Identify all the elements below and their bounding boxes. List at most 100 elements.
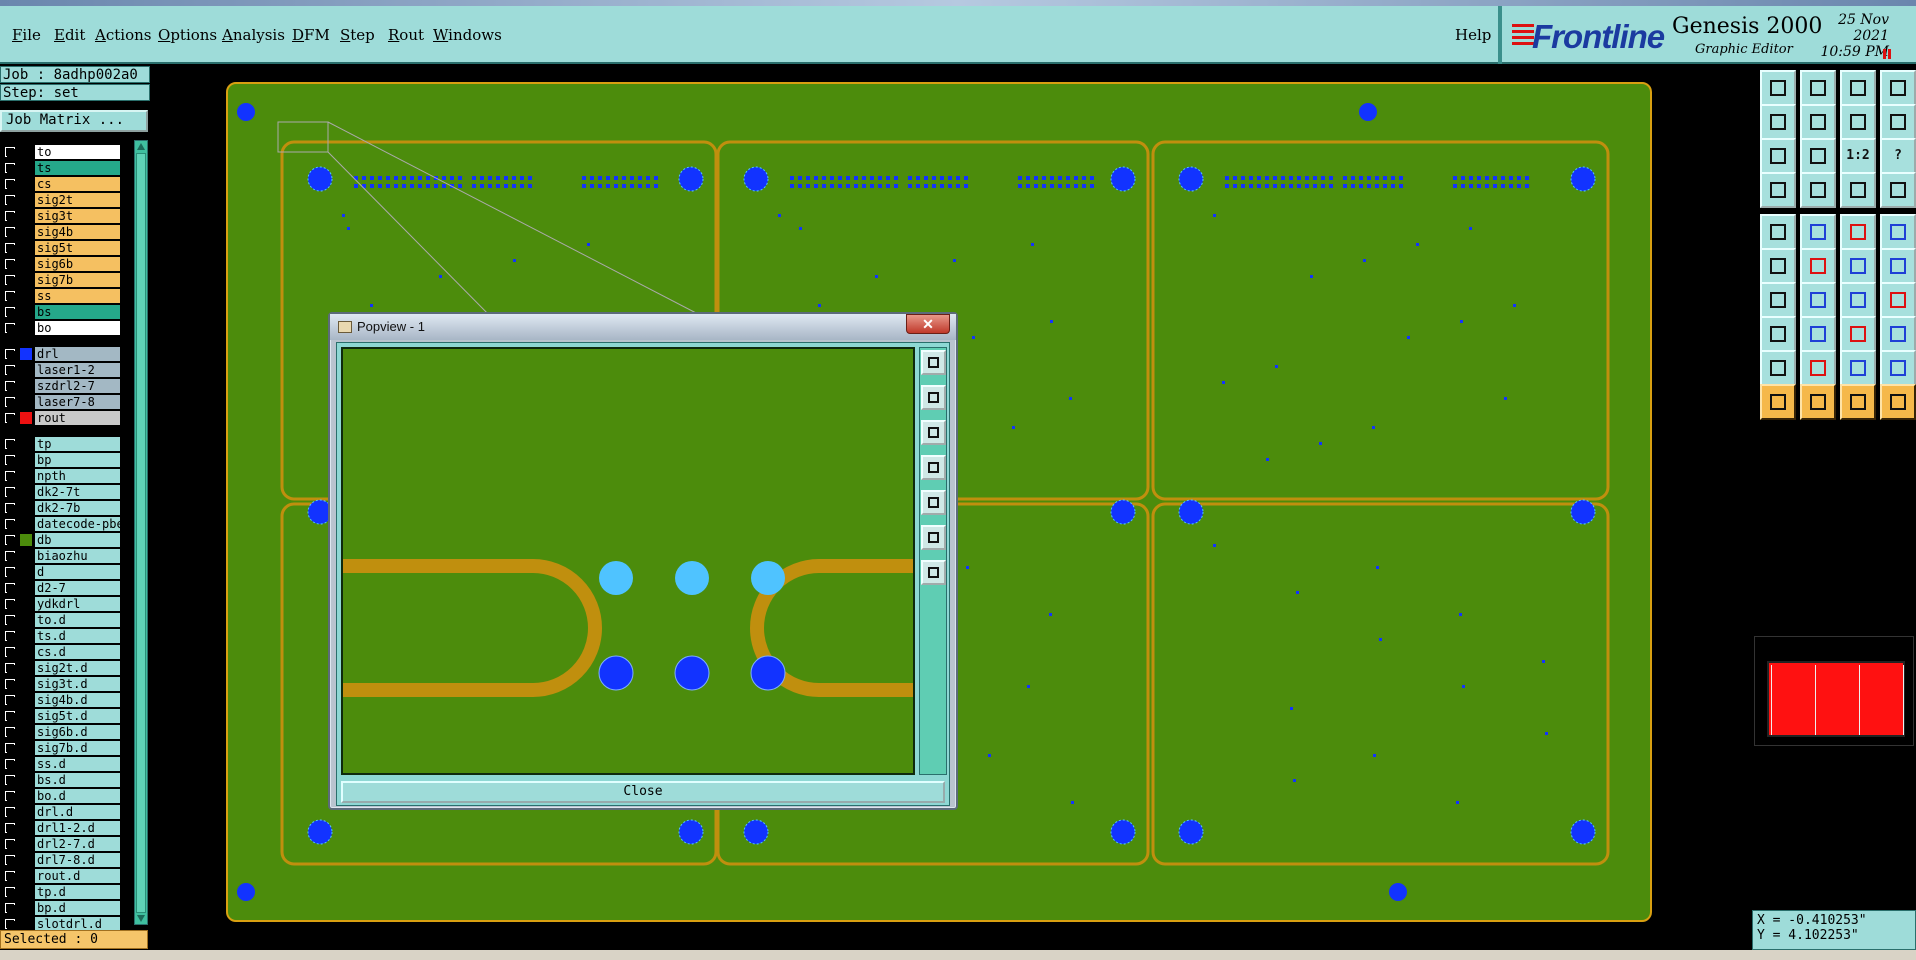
layer-row[interactable]: ts: [0, 160, 122, 176]
close-icon[interactable]: ✕: [906, 314, 950, 334]
pad-tool-button[interactable]: [1760, 316, 1796, 352]
layer-row[interactable]: sig3t.d: [0, 676, 122, 692]
pan-right-tool-button[interactable]: [1800, 104, 1836, 140]
layer-checkbox[interactable]: [5, 679, 15, 689]
layer-checkbox[interactable]: [5, 871, 15, 881]
layer-checkbox[interactable]: [5, 647, 15, 657]
ruler-tool-button[interactable]: [1840, 214, 1876, 250]
dash-tool-button[interactable]: [1800, 316, 1836, 352]
layer-checkbox[interactable]: [5, 759, 15, 769]
layer-checkbox[interactable]: [5, 727, 15, 737]
layer-checkbox[interactable]: [5, 919, 15, 929]
layer-checkbox[interactable]: [5, 195, 15, 205]
layer-row[interactable]: npth: [0, 468, 122, 484]
layer-row[interactable]: dk2-7t: [0, 484, 122, 500]
layer-name[interactable]: bo.d: [35, 789, 120, 803]
menu-file[interactable]: File: [12, 26, 41, 44]
pan-right-button[interactable]: [921, 490, 946, 515]
layer-row[interactable]: bs.d: [0, 772, 122, 788]
layer-checkbox[interactable]: [5, 663, 15, 673]
grid-tool-button[interactable]: [1800, 172, 1836, 208]
cross-tool-button[interactable]: [1800, 248, 1836, 284]
arch-b-tool-button[interactable]: [1880, 350, 1916, 386]
layer-name[interactable]: ts: [35, 161, 120, 175]
layer-name[interactable]: bs: [35, 305, 120, 319]
popview-graphics[interactable]: [343, 349, 913, 773]
layer-row[interactable]: sig7b: [0, 272, 122, 288]
pan-left-button[interactable]: [921, 455, 946, 480]
layer-row[interactable]: rout.d: [0, 868, 122, 884]
layer-name[interactable]: to: [35, 145, 120, 159]
select-3-tool-button[interactable]: [1840, 384, 1876, 420]
layer-checkbox[interactable]: [5, 365, 15, 375]
layer-row[interactable]: bp: [0, 452, 122, 468]
layer-checkbox[interactable]: [5, 631, 15, 641]
pan-down-button[interactable]: [921, 420, 946, 445]
layer-checkbox[interactable]: [5, 163, 15, 173]
draw-tool-button[interactable]: [1800, 214, 1836, 250]
line-tool-button[interactable]: [1760, 282, 1796, 318]
node-tool-button[interactable]: [1880, 248, 1916, 284]
layer-row[interactable]: szdrl2-7: [0, 378, 122, 394]
overview-map[interactable]: [1754, 636, 1914, 746]
pan-up-button[interactable]: [921, 385, 946, 410]
layer-row[interactable]: d: [0, 564, 122, 580]
layer-checkbox[interactable]: [5, 535, 15, 545]
layer-row[interactable]: laser7-8: [0, 394, 122, 410]
layer-row[interactable]: ydkdrl: [0, 596, 122, 612]
layer-row[interactable]: to.d: [0, 612, 122, 628]
layer-checkbox[interactable]: [5, 381, 15, 391]
layer-checkbox[interactable]: [5, 599, 15, 609]
layer-checkbox[interactable]: [5, 695, 15, 705]
layer-row[interactable]: laser1-2: [0, 362, 122, 378]
menu-actions[interactable]: Actions: [95, 26, 151, 44]
layer-name[interactable]: bp: [35, 453, 120, 467]
layer-row[interactable]: cs.d: [0, 644, 122, 660]
layer-name[interactable]: sig3t.d: [35, 677, 120, 691]
layer-checkbox[interactable]: [5, 307, 15, 317]
layer-name[interactable]: slotdrl.d: [35, 917, 120, 931]
zoom-tool-button[interactable]: [1800, 70, 1836, 106]
layer-row[interactable]: bo.d: [0, 788, 122, 804]
layer-row[interactable]: tp: [0, 436, 122, 452]
layer-checkbox[interactable]: [5, 179, 15, 189]
zoom-in-button[interactable]: [921, 525, 946, 550]
layer-name[interactable]: sig5t: [35, 241, 120, 255]
scroll-thumb[interactable]: [136, 153, 146, 913]
curve-tool-button[interactable]: [1880, 104, 1916, 140]
layer-row[interactable]: sig5t: [0, 240, 122, 256]
scroll-up-icon[interactable]: [137, 143, 145, 150]
layout-tool-button[interactable]: [1880, 70, 1916, 106]
layer-checkbox[interactable]: [5, 775, 15, 785]
layer-checkbox[interactable]: [5, 551, 15, 561]
layer-checkbox[interactable]: [5, 397, 15, 407]
layer-name[interactable]: drl1-2.d: [35, 821, 120, 835]
triangle-a-tool-button[interactable]: [1800, 350, 1836, 386]
layer-name[interactable]: biaozhu: [35, 549, 120, 563]
layer-name[interactable]: db: [35, 533, 120, 547]
arc-pt-tool-button[interactable]: [1840, 248, 1876, 284]
layer-row[interactable]: bs: [0, 304, 122, 320]
layer-name[interactable]: sig4b.d: [35, 693, 120, 707]
house-tool-button[interactable]: [1840, 70, 1876, 106]
triangle-tool-button[interactable]: [1760, 350, 1796, 386]
measure-tool-button[interactable]: [1760, 172, 1796, 208]
layer-checkbox[interactable]: [5, 439, 15, 449]
menu-help[interactable]: Help: [1455, 26, 1491, 44]
layer-row[interactable]: bp.d: [0, 900, 122, 916]
layer-name[interactable]: dk2-7b: [35, 501, 120, 515]
menu-step[interactable]: Step: [340, 26, 375, 44]
rotate-tool-button[interactable]: [1840, 282, 1876, 318]
layer-row[interactable]: sig4b.d: [0, 692, 122, 708]
layer-name[interactable]: sig6b.d: [35, 725, 120, 739]
layer-row[interactable]: drl7-8.d: [0, 852, 122, 868]
layer-name[interactable]: sig7b.d: [35, 741, 120, 755]
job-matrix-button[interactable]: Job Matrix ...: [0, 110, 148, 132]
layer-name[interactable]: bs.d: [35, 773, 120, 787]
layer-row[interactable]: dk2-7b: [0, 500, 122, 516]
layer-row[interactable]: drl: [0, 346, 122, 362]
slash-tool-button[interactable]: [1800, 282, 1836, 318]
menu-windows[interactable]: Windows: [433, 26, 502, 44]
scroll-down-icon[interactable]: [137, 915, 145, 922]
layer-checkbox[interactable]: [5, 413, 15, 423]
